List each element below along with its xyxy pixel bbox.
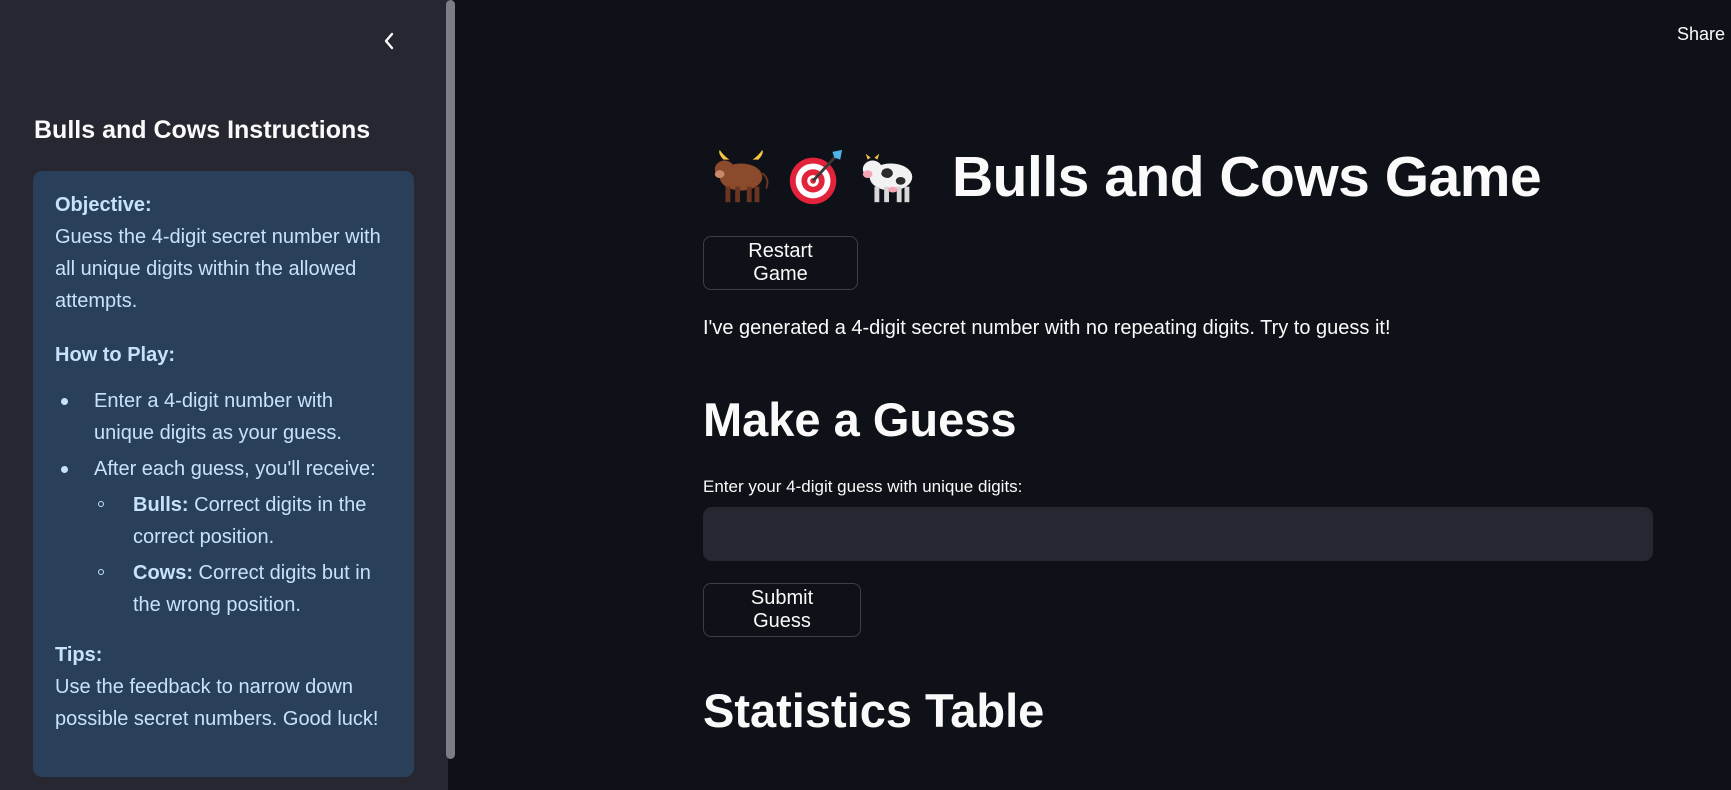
list-item-bulls: Bulls: Correct digits in the correct pos… <box>94 489 392 553</box>
objective-text: Guess the 4-digit secret number with all… <box>55 226 381 312</box>
page-title: Bulls and Cows Game <box>710 144 1542 210</box>
list-item-text: Enter a 4-digit number with unique digit… <box>94 390 342 444</box>
list-item-cows: Cows: Correct digits but in the wrong po… <box>94 557 392 621</box>
guess-input[interactable] <box>703 507 1653 561</box>
page-title-text: Bulls and Cows Game <box>952 145 1542 209</box>
cows-term: Cows: <box>133 562 193 584</box>
tips-section: Tips: Use the feedback to narrow down po… <box>55 639 392 735</box>
title-icons <box>710 146 932 208</box>
how-to-play-list: Enter a 4-digit number with unique digit… <box>55 385 392 621</box>
bulls-term: Bulls: <box>133 494 189 516</box>
make-guess-heading: Make a Guess <box>703 393 1017 446</box>
target-icon <box>789 149 843 205</box>
tips-heading: Tips: <box>55 644 103 666</box>
list-item-text: After each guess, you'll receive: <box>94 458 376 480</box>
objective-section: Objective: Guess the 4-digit secret numb… <box>55 189 392 317</box>
how-to-play-heading: How to Play: <box>55 344 176 366</box>
share-button[interactable]: Share <box>1677 24 1725 45</box>
restart-game-button[interactable]: Restart Game <box>703 236 858 290</box>
statistics-table-heading: Statistics Table <box>703 684 1045 737</box>
sidebar-title: Bulls and Cows Instructions <box>34 116 371 144</box>
guess-input-label: Enter your 4-digit guess with unique dig… <box>703 477 1023 496</box>
bull-icon <box>714 149 769 203</box>
intro-text: I've generated a 4-digit secret number w… <box>703 317 1391 339</box>
tips-text: Use the feedback to narrow down possible… <box>55 676 379 730</box>
cow-icon <box>862 153 913 203</box>
objective-heading: Objective: <box>55 194 152 216</box>
sidebar: Bulls and Cows Instructions Objective: G… <box>0 0 448 790</box>
instructions-box: Objective: Guess the 4-digit secret numb… <box>33 171 414 777</box>
app-root: Bulls and Cows Instructions Objective: G… <box>0 0 1731 790</box>
chevron-left-icon <box>384 32 394 50</box>
collapse-sidebar-button[interactable] <box>374 26 404 56</box>
list-item: Enter a 4-digit number with unique digit… <box>55 385 392 449</box>
list-item: After each guess, you'll receive: Bulls:… <box>55 453 392 621</box>
feedback-list: Bulls: Correct digits in the correct pos… <box>94 489 392 621</box>
submit-guess-button[interactable]: Submit Guess <box>703 583 861 637</box>
how-to-play-heading-wrap: How to Play: <box>55 339 392 371</box>
sidebar-scrollbar[interactable] <box>446 0 455 759</box>
